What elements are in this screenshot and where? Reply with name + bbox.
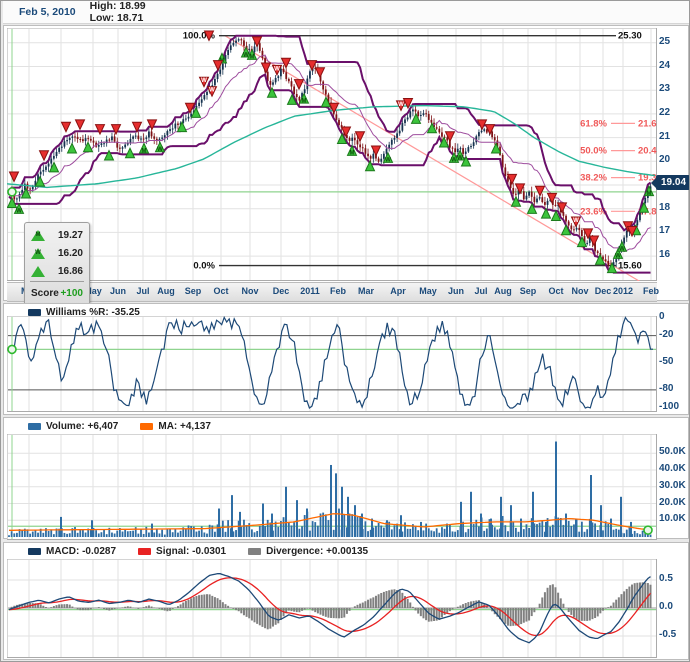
svg-text:W: W [209,88,215,94]
score-value: +100 [60,288,83,299]
month-label: Nov [571,286,588,296]
volume-chart[interactable] [7,434,657,540]
axis-tick: 18 [659,202,689,213]
triangle-up-M-icon: M [31,230,45,241]
svg-text:M: M [302,98,307,104]
svg-text:0.0%: 0.0% [193,261,215,272]
volume-panel[interactable]: Volume: +6,407MA: +4,137 [3,417,689,539]
svg-text:W: W [274,66,280,72]
axis-tick: 20 [659,154,689,165]
month-label: Apr [390,286,406,296]
price-chart[interactable]: 100.0%25.300.0%15.6061.8%21.6050.0%20.45… [7,28,657,281]
pattern-row: W16.20 [31,245,83,261]
svg-text:15.60: 15.60 [618,261,642,272]
axis-tick: 21 [659,131,689,142]
legend-swatch [28,423,41,430]
svg-text:W: W [457,155,463,161]
triangle-up-icon [31,266,45,277]
month-label: Jul [474,286,487,296]
last-price-badge: 19.04 [656,175,690,190]
legend-swatch [248,548,261,555]
axis-tick: 40.0K [659,463,689,474]
legend-swatch [28,548,41,555]
month-label: Jun [110,286,126,296]
axis-tick: 25 [659,36,689,47]
stock-chart-window: Feb 5, 2010 XID: 18.71 (-0.58, -3.00%)Op… [0,0,690,662]
pattern-row: 16.86 [31,263,83,279]
axis-tick: 0 [659,311,689,322]
axis-tick: -80 [659,383,689,394]
svg-text:M: M [350,151,355,157]
month-label: 2011 [300,286,320,296]
svg-text:W: W [157,147,163,153]
axis-tick: 23 [659,83,689,94]
month-label: 2012 [613,286,633,296]
legend-swatch [28,309,41,316]
svg-text:25.30: 25.30 [618,31,642,42]
price-panel[interactable]: 100.0%25.300.0%15.6061.8%21.6050.0%20.45… [3,25,689,301]
month-label: Feb [330,286,346,296]
svg-text:M: M [250,55,255,61]
axis-tick: 17 [659,225,689,236]
month-label: Dec [273,286,290,296]
month-label: Oct [213,286,228,296]
month-label: Oct [548,286,563,296]
svg-text:W: W [398,102,404,108]
williams-panel[interactable]: Williams %R: -35.25 [3,303,689,415]
macd-chart[interactable] [7,559,657,658]
svg-text:W: W [201,78,207,84]
month-label: May [419,286,437,296]
macd-panel[interactable]: MACD: -0.0287Signal: -0.0301Divergence: … [3,542,689,660]
month-label: Sep [520,286,537,296]
axis-tick: -50 [659,356,689,367]
svg-text:M: M [647,191,652,197]
axis-tick: 24 [659,60,689,71]
volume-header: Volume: +6,407MA: +4,137 [4,419,233,433]
month-label: Feb [643,286,659,296]
time-axis: MarAprMayJunJulAugSepOctNovDec2011FebMar… [7,282,657,302]
svg-text:W: W [573,218,579,224]
month-label: Jul [136,286,149,296]
svg-text:21.60: 21.60 [638,118,657,129]
legend-swatch [138,548,151,555]
macd-header: MACD: -0.0287Signal: -0.0301Divergence: … [4,544,390,558]
triangle-up-W-icon: W [31,248,45,259]
axis-tick: 0.0 [659,601,689,612]
pattern-row: M19.27 [31,227,83,243]
month-label: Aug [157,286,175,296]
month-label: Jun [448,286,464,296]
chart-header: Feb 5, 2010 XID: 18.71 (-0.58, -3.00%)Op… [3,1,689,24]
month-label: Aug [494,286,512,296]
axis-tick: 50.0K [659,446,689,457]
month-label: Sep [185,286,202,296]
svg-text:38.2%: 38.2% [580,173,607,184]
svg-text:W: W [385,158,391,164]
axis-tick: 30.0K [659,480,689,491]
axis-tick: 20.0K [659,497,689,508]
svg-text:W: W [16,209,22,215]
axis-tick: 10.0K [659,513,689,524]
divider [30,281,84,282]
selected-date: Feb 5, 2010 [19,6,76,18]
svg-text:W: W [615,254,621,260]
axis-tick: 0.5 [659,573,689,584]
williams-chart[interactable] [7,316,657,412]
svg-text:M: M [142,148,147,154]
svg-text:W: W [619,247,625,253]
axis-tick: -100 [659,401,689,412]
month-label: Dec [595,286,612,296]
svg-text:61.8%: 61.8% [580,118,607,129]
month-label: Nov [241,286,258,296]
axis-tick: -0.5 [659,629,689,640]
axis-tick: 22 [659,107,689,118]
score-row: Score+100 [31,285,83,301]
svg-text:20.45: 20.45 [638,146,657,157]
axis-tick: 16 [659,249,689,260]
axis-tick: -20 [659,329,689,340]
svg-text:50.0%: 50.0% [580,146,607,157]
month-label: Mar [358,286,374,296]
score-box: M19.27 W16.20 16.86 Score+100 [24,222,90,306]
legend-swatch [140,423,153,430]
